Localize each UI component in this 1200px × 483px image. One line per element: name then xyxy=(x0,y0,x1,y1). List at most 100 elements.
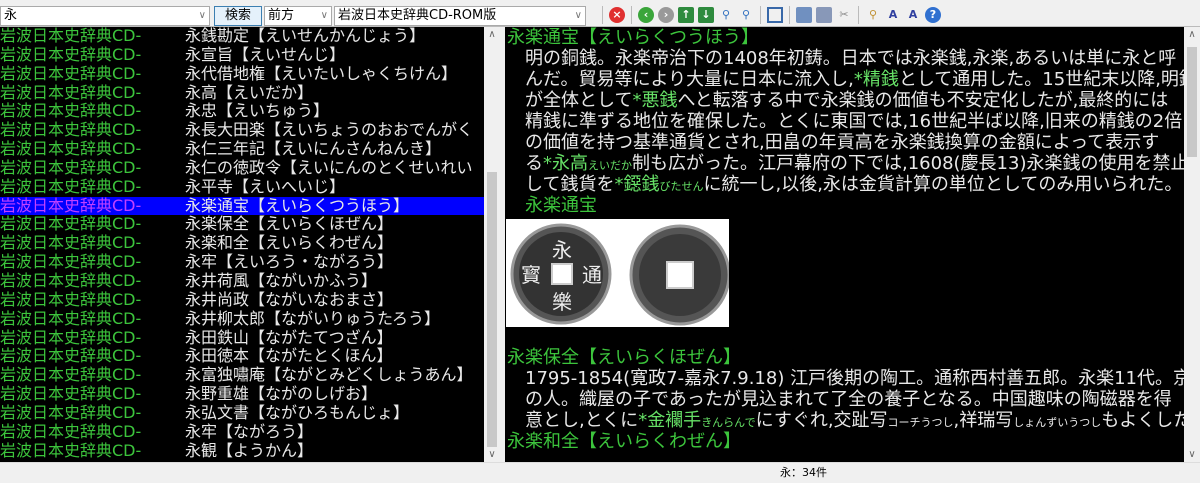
forward-icon[interactable]: › xyxy=(658,7,674,23)
list-item[interactable]: 岩波日本史辞典CD- 永井柳太郎【ながいりゅうたろう】 xyxy=(0,309,484,329)
scroll-thumb[interactable] xyxy=(487,172,497,447)
list-item[interactable]: 岩波日本史辞典CD- 永牢【ながろう】 xyxy=(0,421,484,442)
icon-toolbar: × ‹ › ↑ ↓ ⚲ ⚲ ✂ ⚲ A A ? xyxy=(600,6,941,24)
list-item[interactable]: 岩波日本史辞典CD- 永井荷風【ながいかふう】 xyxy=(0,271,484,291)
svg-text:永: 永 xyxy=(552,238,572,262)
entry-label: 永牢【えいろう・ながろう】 xyxy=(185,252,394,272)
copy-icon[interactable] xyxy=(796,7,812,23)
stop-icon[interactable]: × xyxy=(609,7,625,23)
status-text: 永：34件 xyxy=(780,466,827,479)
source-label: 岩波日本史辞典CD- xyxy=(0,82,142,102)
source-label: 岩波日本史辞典CD- xyxy=(0,233,142,253)
search-value: 永 xyxy=(4,8,18,23)
reading-annotation: コーチうつし xyxy=(887,416,954,429)
reading-annotation: びたせん xyxy=(659,180,704,193)
chevron-down-icon[interactable]: ∨ xyxy=(575,7,582,25)
list-item[interactable]: 岩波日本史辞典CD- 永観【ようかん】 xyxy=(0,441,484,461)
source-label: 岩波日本史辞典CD- xyxy=(0,384,142,404)
cross-reference-link[interactable]: *金襴手 xyxy=(638,410,701,431)
font-larger-icon[interactable]: A xyxy=(885,7,901,23)
entry-label: 永仁三年記【えいにんさんねんき】 xyxy=(185,139,442,159)
list-item[interactable]: 岩波日本史辞典CD- 永仁三年記【えいにんさんねんき】 xyxy=(0,139,484,159)
list-item[interactable]: 岩波日本史辞典CD- 永野重雄【ながのしげお】 xyxy=(0,384,484,404)
font-smaller-icon[interactable]: A xyxy=(905,7,921,23)
scroll-up-icon[interactable]: ∧ xyxy=(1184,29,1200,40)
entry-label: 永平寺【えいへいじ】 xyxy=(185,176,346,196)
text-line: して銭貨を*鐚銭びたせんに統一し,以後,永は金貨計算の単位としてのみ用いられた。 xyxy=(505,174,1184,195)
list-item[interactable]: 岩波日本史辞典CD- 永銭勘定【えいせんかんじょう】 xyxy=(0,27,484,46)
search-button[interactable]: 検索 xyxy=(214,6,262,26)
entry-title[interactable]: 永楽和全【えいらくわぜん】 xyxy=(505,431,1184,452)
text-line: る*永高えいだか制も広がった。江戸幕府の下では,1608(慶長13)永楽銭の使用… xyxy=(505,153,1184,174)
list-item[interactable]: 岩波日本史辞典CD- 永井尚政【ながいなおまさ】 xyxy=(0,290,484,310)
text-segment: して銭貨を xyxy=(525,174,615,195)
paste-icon[interactable] xyxy=(816,7,832,23)
source-label: 岩波日本史辞典CD- xyxy=(0,176,142,196)
cross-reference-link[interactable]: *悪銭 xyxy=(632,90,677,111)
help-icon[interactable]: ? xyxy=(925,7,941,23)
cross-reference-link[interactable]: *永高 xyxy=(543,153,588,174)
list-item[interactable]: 岩波日本史辞典CD- 永楽保全【えいらくほぜん】 xyxy=(0,215,484,234)
source-label: 岩波日本史辞典CD- xyxy=(0,27,142,45)
text-segment: もよくした。 xyxy=(1101,410,1184,431)
text-line: の人。織屋の子であったが見込まれて了全の養子となる。中国趣味の陶磁器を得 xyxy=(505,389,1184,410)
search-icon[interactable]: ⚲ xyxy=(718,7,734,23)
text-segment: 意とし,とくに xyxy=(525,410,639,431)
list-item[interactable]: 岩波日本史辞典CD- 永代借地権【えいたいしゃくちけん】 xyxy=(0,63,484,84)
list-item[interactable]: 岩波日本史辞典CD- 永富独嘯庵【ながとみどくしょうあん】 xyxy=(0,365,484,385)
scroll-up-icon[interactable]: ∧ xyxy=(484,29,500,40)
reading-annotation: きんらんで xyxy=(701,416,756,429)
separator xyxy=(789,6,790,24)
entry-label: 永代借地権【えいたいしゃくちけん】 xyxy=(185,63,458,83)
entry-title[interactable]: 永楽通宝【えいらくつうほう】 xyxy=(505,27,1184,48)
text-line: 明の銅銭。永楽帝治下の1408年初鋳。日本では永楽銭,永楽,あるいは単に永と呼 xyxy=(505,48,1184,69)
text-segment: 明の銅銭。永楽帝治下の1408年初鋳。日本では永楽銭,永楽,あるいは単に永と呼 xyxy=(525,48,1177,69)
list-item[interactable]: 岩波日本史辞典CD- 永仁の徳政令【えいにんのとくせいれい xyxy=(0,158,484,178)
text-line: 精銭に準ずる地位を確保した。とくに東国では,16世紀半ば以降,旧来の精銭の2倍 xyxy=(505,111,1184,132)
cross-reference-link[interactable]: *鐚銭 xyxy=(614,174,659,195)
entry-label: 永長大田楽【えいちょうのおおでんがく xyxy=(185,120,474,140)
zoom-icon[interactable]: ⚲ xyxy=(865,7,881,23)
entry-title[interactable]: 永楽保全【えいらくほぜん】 xyxy=(505,347,1184,368)
cut-icon[interactable]: ✂ xyxy=(836,7,852,23)
separator xyxy=(760,6,761,24)
up-icon[interactable]: ↑ xyxy=(678,7,694,23)
search-next-icon[interactable]: ⚲ xyxy=(738,7,754,23)
search-input[interactable]: 永 ∨ xyxy=(0,6,210,26)
source-label: 岩波日本史辞典CD- xyxy=(0,195,142,215)
scroll-down-icon[interactable]: ∨ xyxy=(1184,449,1200,460)
list-scrollbar[interactable]: ∧ ∨ xyxy=(484,27,500,462)
result-list[interactable]: 岩波日本史辞典CD- 永銭勘定【えいせんかんじょう】 岩波日本史辞典CD- 永宣旨【え… xyxy=(0,27,484,462)
list-item[interactable]: 岩波日本史辞典CD- 永忠【えいちゅう】 xyxy=(0,102,484,121)
list-item[interactable]: 岩波日本史辞典CD- 永楽和全【えいらくわぜん】 xyxy=(0,233,484,253)
entry-label: 永牢【ながろう】 xyxy=(185,421,314,441)
text-line: 意とし,とくに*金襴手きんらんでにすぐれ,交趾写コーチうつし,祥瑞写しょんずいう… xyxy=(505,410,1184,431)
fullscreen-icon[interactable] xyxy=(767,7,783,23)
list-item[interactable]: 岩波日本史辞典CD- 永田徳本【ながたとくほん】 xyxy=(0,346,484,366)
scroll-thumb[interactable] xyxy=(1187,47,1197,157)
back-icon[interactable]: ‹ xyxy=(638,7,654,23)
dictionary-select[interactable]: 岩波日本史辞典CD-ROM版 ∨ xyxy=(334,6,586,26)
entry-label: 永田徳本【ながたとくほん】 xyxy=(185,346,393,366)
text-segment: にすぐれ,交趾写 xyxy=(755,410,888,431)
scroll-down-icon[interactable]: ∨ xyxy=(484,449,500,460)
source-label: 岩波日本史辞典CD- xyxy=(0,139,142,159)
chevron-down-icon[interactable]: ∨ xyxy=(321,7,328,25)
list-item[interactable]: 岩波日本史辞典CD- 永平寺【えいへいじ】 xyxy=(0,176,484,197)
list-item[interactable]: 岩波日本史辞典CD- 永高【えいだか】 xyxy=(0,82,484,103)
list-item[interactable]: 岩波日本史辞典CD- 永長大田楽【えいちょうのおおでんがく xyxy=(0,120,484,140)
entry-body: 1795-1854(寛政7-嘉永7.9.18) 江戸後期の陶工。通称西村善五郎。… xyxy=(505,368,1184,431)
match-mode-select[interactable]: 前方 ∨ xyxy=(264,6,332,26)
entry-label: 永富独嘯庵【ながとみどくしょうあん】 xyxy=(185,365,473,385)
list-item[interactable]: 岩波日本史辞典CD- 永宣旨【えいせんじ】 xyxy=(0,45,484,65)
list-item[interactable]: 岩波日本史辞典CD- 永楽通宝【えいらくつうほう】 xyxy=(0,195,484,216)
content-scrollbar[interactable]: ∧ ∨ xyxy=(1184,27,1200,462)
list-item[interactable]: 岩波日本史辞典CD- 永田鉄山【ながたてつざん】 xyxy=(0,328,484,348)
list-item[interactable]: 岩波日本史辞典CD- 永弘文書【ながひろもんじょ】 xyxy=(0,403,484,423)
list-item[interactable]: 岩波日本史辞典CD- 永牢【えいろう・ながろう】 xyxy=(0,252,484,272)
reading-annotation: しょんずいうつし xyxy=(1013,416,1102,429)
dictionary-value: 岩波日本史辞典CD-ROM版 xyxy=(338,8,497,23)
cross-reference-link[interactable]: *精銭 xyxy=(854,69,899,90)
chevron-down-icon[interactable]: ∨ xyxy=(199,7,206,25)
down-icon[interactable]: ↓ xyxy=(698,7,714,23)
